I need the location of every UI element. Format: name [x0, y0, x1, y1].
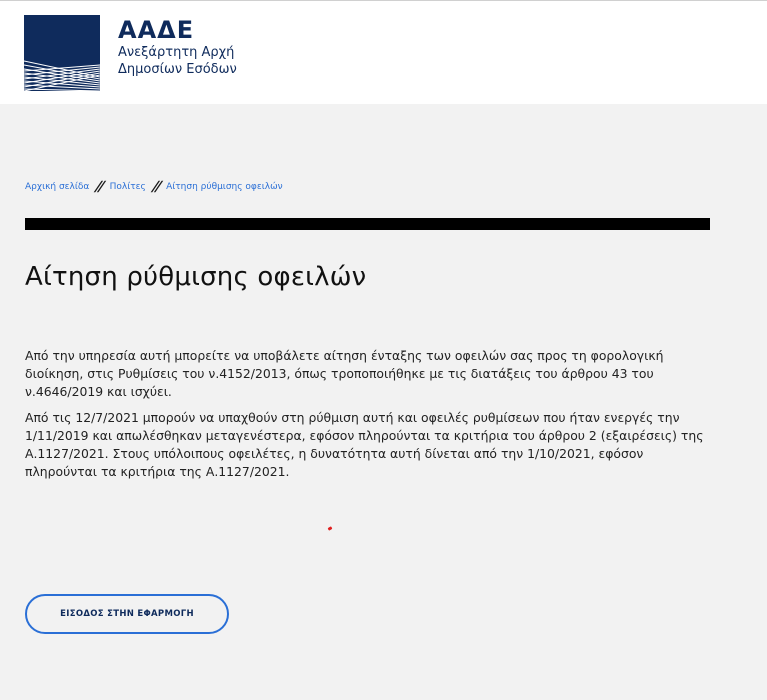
breadcrumb-home-link[interactable]: Αρχική σελίδα: [25, 182, 89, 192]
description-paragraph-1: Από την υπηρεσία αυτή μπορείτε να υποβάλ…: [25, 348, 664, 399]
description-text: Από την υπηρεσία αυτή μπορείτε να υποβάλ…: [25, 347, 710, 489]
enter-application-button[interactable]: ΕΙΣΟΔΟΣ ΣΤΗΝ ΕΦΑΡΜΟΓΗ: [25, 594, 229, 634]
page-title: Αίτηση ρύθμισης οφειλών: [25, 262, 367, 292]
breadcrumb-separator: //: [151, 179, 161, 195]
breadcrumb-citizens-link[interactable]: Πολίτες: [110, 182, 146, 192]
site-header: ΑΑΔΕ Ανεξάρτητη Αρχή Δημοσίων Εσόδων: [0, 1, 767, 104]
brand-subtitle-line2: Δημοσίων Εσόδων: [118, 62, 237, 77]
title-divider-bar: [25, 218, 710, 230]
breadcrumb-current-page[interactable]: Αίτηση ρύθμισης οφειλών: [166, 182, 283, 192]
brand-subtitle-line1: Ανεξάρτητη Αρχή: [118, 45, 235, 60]
aade-logo-icon[interactable]: [23, 15, 101, 92]
brand-title: ΑΑΔΕ: [118, 16, 195, 44]
brand-block: ΑΑΔΕ Ανεξάρτητη Αρχή Δημοσίων Εσόδων: [118, 16, 237, 78]
breadcrumb-separator: //: [94, 179, 105, 195]
main-content: Αρχική σελίδα // Πολίτες // Αίτηση ρύθμι…: [0, 104, 767, 700]
stray-red-mark: [327, 526, 333, 531]
breadcrumb: Αρχική σελίδα // Πολίτες // Αίτηση ρύθμι…: [25, 179, 283, 195]
description-paragraph-2: Από τις 12/7/2021 μπορούν να υπαχθούν στ…: [25, 410, 704, 479]
